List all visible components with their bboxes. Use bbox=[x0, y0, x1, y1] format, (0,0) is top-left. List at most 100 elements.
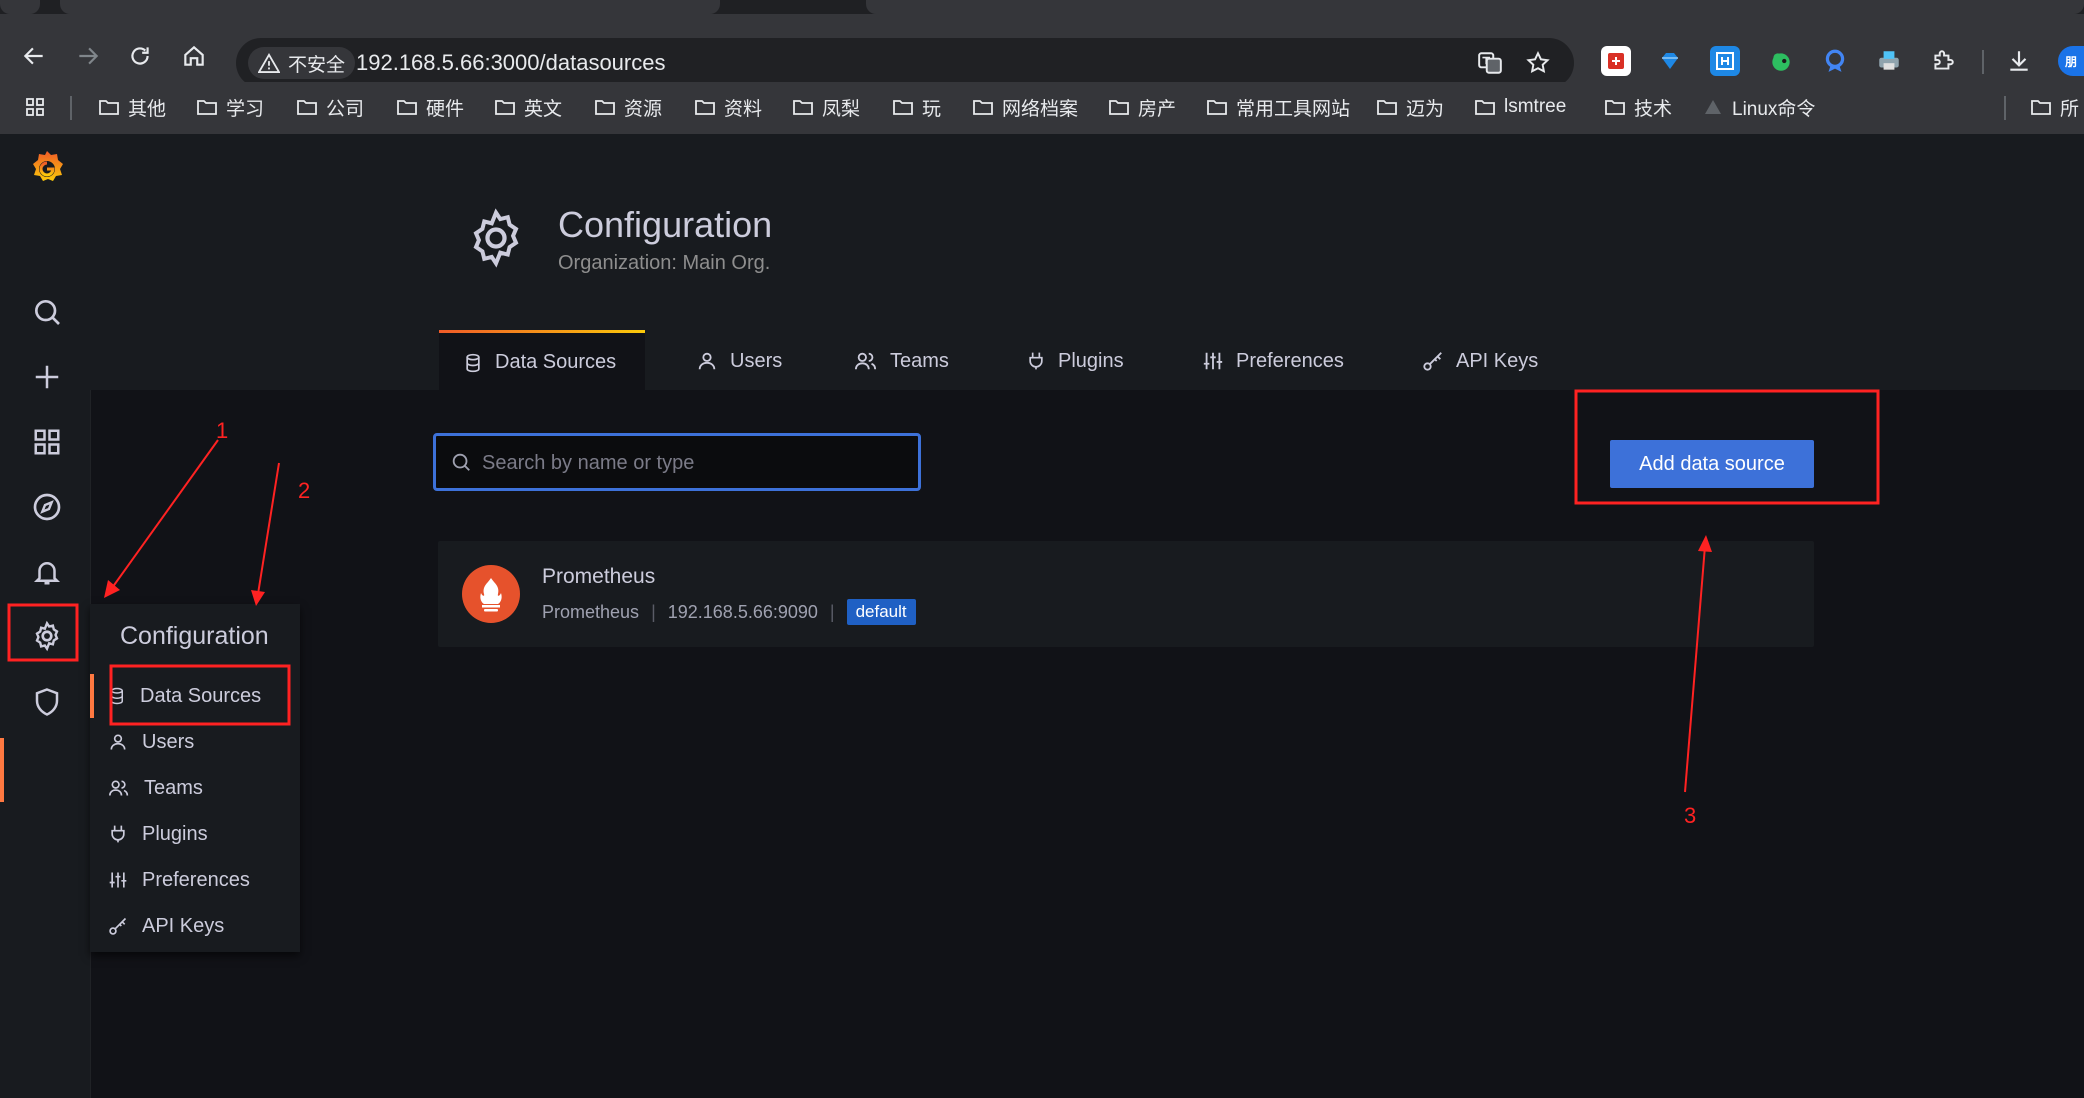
search-nav[interactable] bbox=[25, 290, 69, 334]
tab-api-keys[interactable]: API Keys bbox=[1398, 330, 1562, 392]
grid-box-icon bbox=[1716, 52, 1734, 70]
extensions-menu-button[interactable] bbox=[1928, 46, 1958, 76]
tab-plugins[interactable]: Plugins bbox=[1002, 330, 1148, 392]
bookmark-folder[interactable]: 硬件 bbox=[396, 92, 464, 122]
folder-icon bbox=[793, 100, 813, 115]
folder-icon bbox=[695, 100, 715, 115]
reload-button[interactable] bbox=[120, 36, 160, 76]
tab-label: Preferences bbox=[1236, 349, 1344, 372]
apps-button[interactable] bbox=[24, 92, 46, 122]
bookmark-folder[interactable]: 所 bbox=[2030, 92, 2079, 122]
folder-icon bbox=[495, 100, 515, 115]
flyout-label: Teams bbox=[144, 776, 203, 799]
downloads-button[interactable] bbox=[2004, 46, 2034, 76]
configuration-nav[interactable] bbox=[25, 614, 69, 658]
browser-toolbar: 不安全 192.168.5.66:3000/datasources 朋 bbox=[0, 14, 2084, 88]
active-indicator bbox=[0, 738, 4, 802]
datasource-name[interactable]: Prometheus bbox=[542, 565, 655, 589]
extension-button[interactable] bbox=[1655, 46, 1685, 76]
alerting-nav[interactable] bbox=[25, 550, 69, 594]
annotation-label-1: 1 bbox=[216, 418, 229, 443]
extension-button[interactable] bbox=[1601, 46, 1631, 76]
flyout-item-api-keys[interactable]: API Keys bbox=[108, 906, 224, 946]
flyout-label: Users bbox=[142, 730, 195, 753]
create-nav[interactable] bbox=[25, 355, 69, 399]
back-button[interactable] bbox=[14, 36, 54, 76]
gear-icon bbox=[35, 620, 59, 652]
tab-preferences[interactable]: Preferences bbox=[1178, 330, 1368, 392]
annotation-arrowhead-1 bbox=[104, 580, 120, 598]
plug-icon bbox=[1029, 352, 1043, 370]
bookmark-folder[interactable]: 技术 bbox=[1604, 92, 1672, 122]
bookmark-folder[interactable]: 公司 bbox=[296, 92, 364, 122]
profile-button[interactable]: 朋 bbox=[2058, 46, 2084, 76]
bookmark-folder[interactable]: 房产 bbox=[1108, 92, 1176, 122]
folder-icon bbox=[297, 100, 317, 115]
browser-tab[interactable] bbox=[866, 0, 2084, 14]
translate-icon bbox=[1478, 52, 1502, 74]
bookmark-folder[interactable]: 资料 bbox=[694, 92, 762, 122]
shield-icon bbox=[35, 688, 59, 716]
side-menu bbox=[0, 134, 91, 1098]
bookmark-label: 硬件 bbox=[426, 98, 465, 120]
arrow-right-icon bbox=[79, 47, 99, 65]
browser-tab[interactable] bbox=[60, 0, 720, 14]
user-icon bbox=[110, 734, 126, 750]
bookmark-folder[interactable]: 学习 bbox=[196, 92, 264, 122]
annotation-arrow-1 bbox=[111, 439, 219, 589]
bookmark-label: 常用工具网站 bbox=[1236, 98, 1351, 120]
bookmark-folder[interactable]: 常用工具网站 bbox=[1206, 92, 1350, 122]
toolbar-divider bbox=[1982, 50, 1984, 74]
extension-button[interactable] bbox=[1710, 46, 1740, 76]
bookmark-star-button[interactable] bbox=[1524, 49, 1552, 77]
translate-button[interactable] bbox=[1476, 49, 1504, 77]
bookmark-folder[interactable]: 迈为 bbox=[1376, 92, 1444, 122]
tab-users[interactable]: Users bbox=[672, 330, 806, 392]
browser-tab-strip bbox=[0, 0, 2084, 14]
explore-nav[interactable] bbox=[25, 485, 69, 529]
datasource-card[interactable]: Prometheus Prometheus | 192.168.5.66:909… bbox=[438, 541, 1814, 647]
search-input[interactable] bbox=[480, 436, 904, 490]
folder-icon bbox=[1377, 100, 1397, 115]
flyout-item-teams[interactable]: Teams bbox=[108, 768, 203, 808]
bookmark-folder[interactable]: 网络档案 bbox=[972, 92, 1078, 122]
server-admin-nav[interactable] bbox=[25, 680, 69, 724]
url-text[interactable]: 192.168.5.66:3000/datasources bbox=[356, 50, 665, 76]
bookmark-folder[interactable]: lsmtree bbox=[1474, 92, 1566, 122]
extension-button[interactable] bbox=[1766, 46, 1796, 76]
bookmark-link[interactable]: Linux命令 bbox=[1702, 92, 1815, 122]
security-indicator[interactable]: 不安全 bbox=[248, 47, 356, 79]
bookmark-folder[interactable]: 英文 bbox=[494, 92, 562, 122]
bookmark-label: 英文 bbox=[524, 98, 563, 120]
browser-tab[interactable] bbox=[0, 0, 40, 14]
bookmark-folder[interactable]: 玩 bbox=[892, 92, 941, 122]
arrow-left-icon bbox=[23, 47, 43, 65]
tab-teams[interactable]: Teams bbox=[830, 330, 973, 392]
tab-label: Plugins bbox=[1058, 349, 1124, 372]
home-button[interactable] bbox=[174, 36, 214, 76]
extension-button[interactable] bbox=[1874, 46, 1904, 76]
bookmark-label: 所 bbox=[2060, 98, 2080, 120]
extension-button[interactable] bbox=[1820, 46, 1850, 76]
default-badge: default bbox=[846, 599, 916, 625]
bookmark-label: Linux命令 bbox=[1732, 98, 1816, 120]
dashboards-nav[interactable] bbox=[25, 420, 69, 464]
bookmark-folder[interactable]: 资源 bbox=[594, 92, 662, 122]
datasource-url: 192.168.5.66:9090 bbox=[667, 601, 818, 622]
bookmark-folder[interactable]: 凤梨 bbox=[792, 92, 860, 122]
add-data-source-button[interactable]: Add data source bbox=[1610, 440, 1814, 488]
page-subtitle: Organization: Main Org. bbox=[558, 252, 771, 274]
search-field[interactable] bbox=[433, 433, 921, 491]
folder-icon bbox=[397, 100, 417, 115]
forward-button[interactable] bbox=[68, 36, 108, 76]
sliders-icon bbox=[109, 872, 127, 888]
tab-data-sources[interactable]: Data Sources bbox=[439, 330, 645, 392]
tab-label: Data Sources bbox=[495, 351, 617, 373]
flyout-item-users[interactable]: Users bbox=[108, 722, 194, 762]
grafana-logo[interactable] bbox=[25, 146, 69, 190]
bookmark-folder[interactable]: 其他 bbox=[98, 92, 166, 122]
address-bar[interactable]: 不安全 192.168.5.66:3000/datasources bbox=[236, 38, 1574, 88]
flyout-item-preferences[interactable]: Preferences bbox=[108, 860, 250, 900]
flyout-item-plugins[interactable]: Plugins bbox=[108, 814, 208, 854]
flyout-item-data-sources[interactable]: Data Sources bbox=[108, 676, 261, 716]
